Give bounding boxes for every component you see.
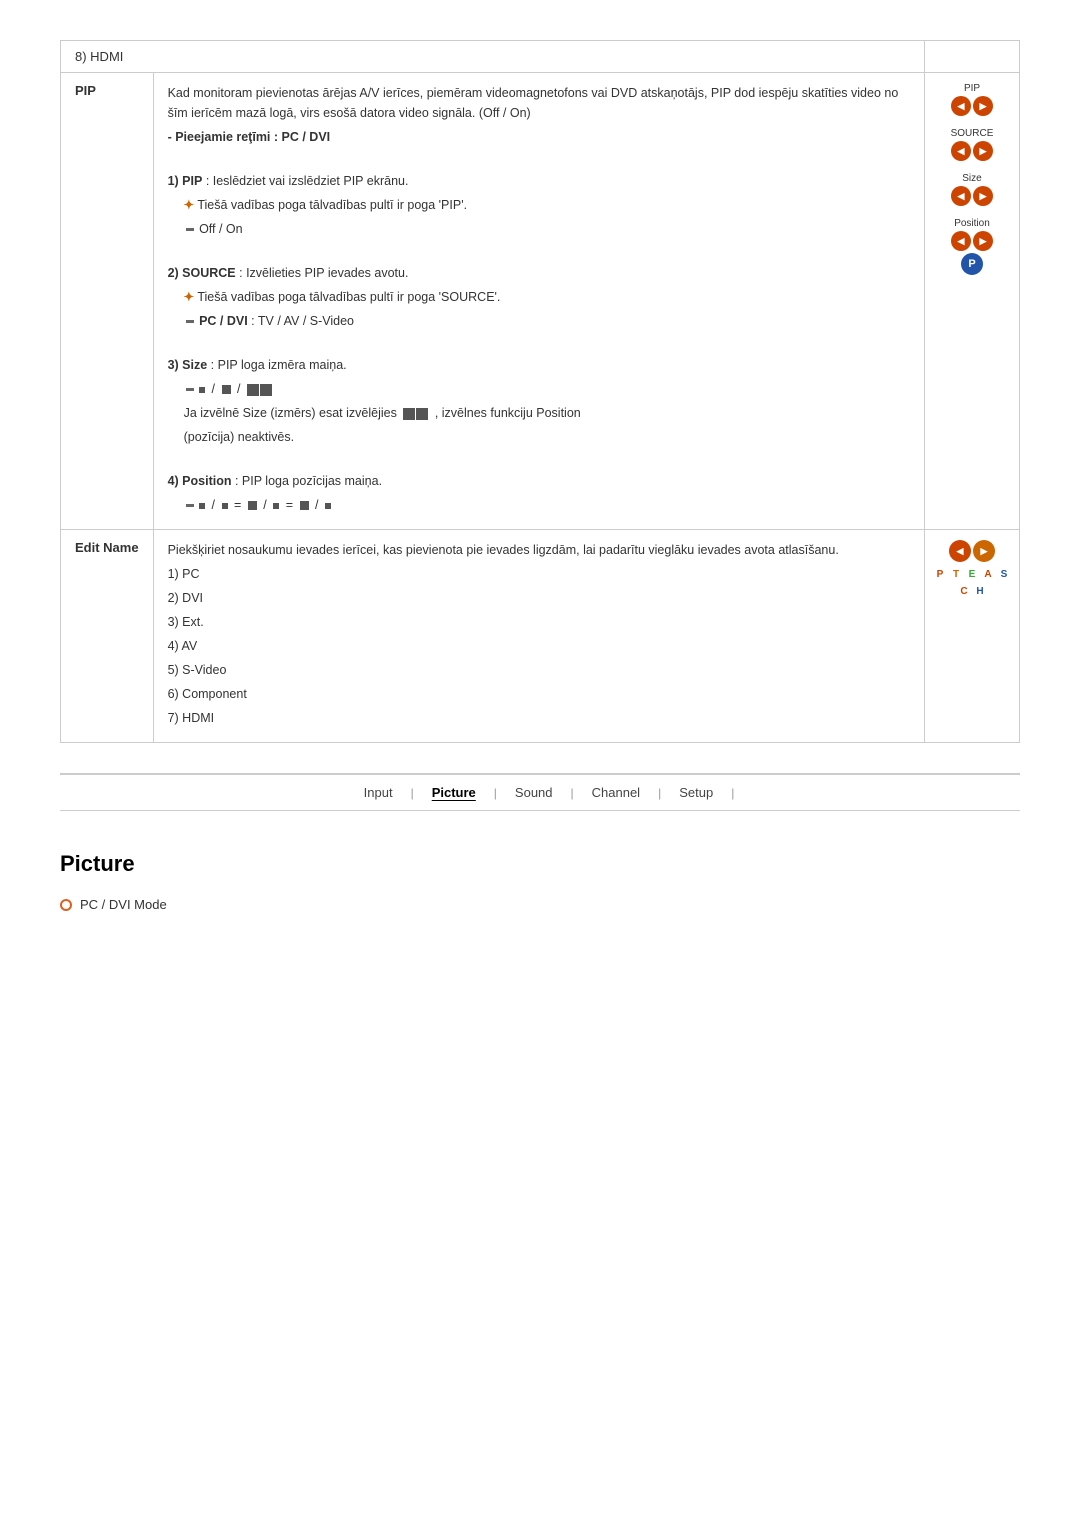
pip-icon-cell: PIP ◀ ▶ SOURCE ◀ ▶ Size ◀ <box>925 73 1020 530</box>
pip-item4-sub: / = / = / <box>168 495 910 515</box>
hdmi-label: 8) HDMI <box>75 49 123 64</box>
pip-item1-title: 1) PIP <box>168 174 203 188</box>
source-right-btn[interactable]: ▶ <box>973 141 993 161</box>
pip-icon-group: PIP ◀ ▶ <box>933 83 1011 116</box>
source-icon-group: SOURCE ◀ ▶ <box>933 128 1011 161</box>
pip-item1: 1) PIP : Ieslēdziet vai izslēdziet PIP e… <box>168 171 910 191</box>
size-arrow-pair: ◀ ▶ <box>951 186 993 206</box>
pip-label-cell: PIP <box>61 73 154 530</box>
nav-bar: Input | Picture | Sound | Channel | Setu… <box>60 773 1020 811</box>
bullet-circle-icon <box>60 899 72 911</box>
pip-item2: 2) SOURCE : Izvēlieties PIP ievades avot… <box>168 263 910 283</box>
pip-desc: Kad monitoram pievienotas ārējas A/V ier… <box>168 83 910 123</box>
hdmi-cell: 8) HDMI <box>61 41 925 73</box>
source-left-btn[interactable]: ◀ <box>951 141 971 161</box>
position-left-btn[interactable]: ◀ <box>951 231 971 251</box>
page-wrapper: 8) HDMI PIP Kad monitoram pievienotas ār… <box>0 0 1080 992</box>
pip-item3: 3) Size : PIP loga izmēra maiņa. <box>168 355 910 375</box>
edit-name-desc: Piekšķiriet nosaukumu ievades ierīcei, k… <box>168 540 910 560</box>
letter-t: T <box>949 567 963 581</box>
edit-name-content-cell: Piekšķiriet nosaukumu ievades ierīcei, k… <box>153 530 924 743</box>
nav-sep-5: | <box>731 786 734 800</box>
pip-item2-title: 2) SOURCE <box>168 266 236 280</box>
edit-item5: 5) S-Video <box>168 660 910 680</box>
nav-item-picture[interactable]: Picture <box>414 785 494 800</box>
size-left-btn[interactable]: ◀ <box>951 186 971 206</box>
pip-item1-sub2: Off / On <box>168 219 910 239</box>
pip-item4: 4) Position : PIP loga pozīcijas maiņa. <box>168 471 910 491</box>
edit-item7: 7) HDMI <box>168 708 910 728</box>
edit-name-icon-cell: ◀ ▶ P T E A S C H <box>925 530 1020 743</box>
pip-icon-label: PIP <box>964 83 980 94</box>
edit-name-icons-top: ◀ ▶ <box>949 540 995 562</box>
main-table: 8) HDMI PIP Kad monitoram pievienotas ār… <box>60 40 1020 743</box>
edit-name-label: Edit Name <box>75 540 139 555</box>
edit-btn-p[interactable]: ◀ <box>949 540 971 562</box>
letter-e: E <box>965 567 979 581</box>
letter-s: S <box>997 567 1011 581</box>
position-arrow-pair: ◀ ▶ <box>951 231 993 251</box>
hdmi-icon-cell <box>925 41 1020 73</box>
size-icon-label: Size <box>962 173 981 184</box>
source-arrow-pair: ◀ ▶ <box>951 141 993 161</box>
hdmi-row: 8) HDMI <box>61 41 1020 73</box>
pip-item1-sub: ✦ Tiešā vadības poga tālvadības pultī ir… <box>168 195 910 215</box>
pip-right-btn[interactable]: ▶ <box>973 96 993 116</box>
edit-name-row: Edit Name Piekšķiriet nosaukumu ievades … <box>61 530 1020 743</box>
position-p-button[interactable]: P <box>961 253 983 275</box>
source-icon-label: SOURCE <box>951 128 994 139</box>
pip-modes: - Pieejamie reţīmi : PC / DVI <box>168 127 910 147</box>
pip-item3-sub2: Ja izvēlnē Size (izmērs) esat izvēlējies… <box>168 403 910 423</box>
edit-item2: 2) DVI <box>168 588 910 608</box>
picture-section: Picture PC / DVI Mode <box>60 851 1020 952</box>
pip-arrow-pair: ◀ ▶ <box>951 96 993 116</box>
pip-row: PIP Kad monitoram pievienotas ārējas A/V… <box>61 73 1020 530</box>
letter-h: H <box>973 584 987 598</box>
nav-item-channel[interactable]: Channel <box>574 785 658 800</box>
pip-item4-title: 4) Position <box>168 474 232 488</box>
pip-left-btn[interactable]: ◀ <box>951 96 971 116</box>
edit-item3: 3) Ext. <box>168 612 910 632</box>
nav-item-sound[interactable]: Sound <box>497 785 571 800</box>
pip-item2-sub2: PC / DVI : TV / AV / S-Video <box>168 311 910 331</box>
letter-c: C <box>957 584 971 598</box>
size-right-btn[interactable]: ▶ <box>973 186 993 206</box>
position-icon-group: Position ◀ ▶ P <box>933 218 1011 275</box>
edit-item1: 1) PC <box>168 564 910 584</box>
letter-a: A <box>981 567 995 581</box>
nav-item-input[interactable]: Input <box>346 785 411 800</box>
pip-item3-sub1: / / <box>168 379 910 399</box>
pip-item3-sub3: (pozīcija) neaktivēs. <box>168 427 910 447</box>
nav-item-setup[interactable]: Setup <box>661 785 731 800</box>
nav-items: Input | Picture | Sound | Channel | Setu… <box>346 785 735 800</box>
picture-title: Picture <box>60 851 1020 877</box>
position-icon-label: Position <box>954 218 990 229</box>
edit-btn-t[interactable]: ▶ <box>973 540 995 562</box>
pip-label: PIP <box>75 83 96 98</box>
edit-name-label-cell: Edit Name <box>61 530 154 743</box>
edit-item6: 6) Component <box>168 684 910 704</box>
edit-item4: 4) AV <box>168 636 910 656</box>
pip-item3-title: 3) Size <box>168 358 208 372</box>
size-icon-group: Size ◀ ▶ <box>933 173 1011 206</box>
picture-item-1-label: PC / DVI Mode <box>80 897 167 912</box>
pip-content-cell: Kad monitoram pievienotas ārējas A/V ier… <box>153 73 924 530</box>
pip-item2-sub: ✦ Tiešā vadības poga tālvadības pultī ir… <box>168 287 910 307</box>
position-right-btn[interactable]: ▶ <box>973 231 993 251</box>
picture-item-1: PC / DVI Mode <box>60 897 1020 912</box>
letter-p: P <box>933 567 947 581</box>
